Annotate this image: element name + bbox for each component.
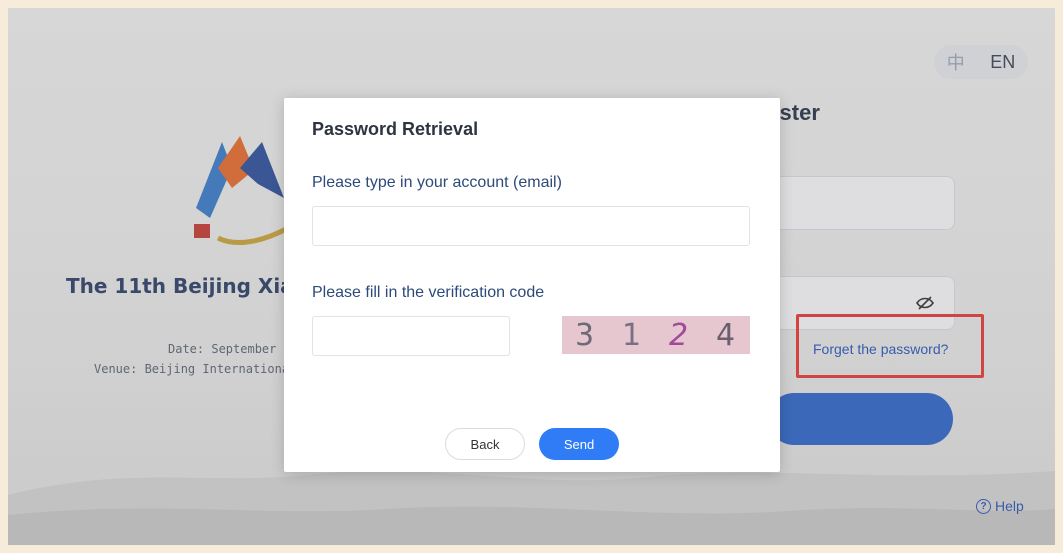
captcha-digit: 2 — [668, 317, 691, 353]
account-label: Please type in your account (email) — [312, 174, 562, 191]
password-retrieval-dialog: Password Retrieval Please type in your a… — [284, 98, 780, 472]
captcha-digit: 1 — [621, 317, 644, 353]
captcha-image[interactable]: 3 1 2 4 — [562, 316, 750, 354]
captcha-digit: 4 — [715, 317, 738, 353]
send-button[interactable]: Send — [539, 428, 619, 460]
account-email-input[interactable] — [312, 206, 750, 246]
dialog-title: Password Retrieval — [312, 119, 479, 139]
page-frame: 中 EN The 11th Beijing Xiar Date: Septemb… — [8, 8, 1055, 545]
verification-code-label: Please fill in the verification code — [312, 284, 545, 301]
verification-code-input[interactable] — [312, 316, 510, 356]
captcha-digit: 3 — [574, 317, 597, 353]
back-button[interactable]: Back — [445, 428, 525, 460]
